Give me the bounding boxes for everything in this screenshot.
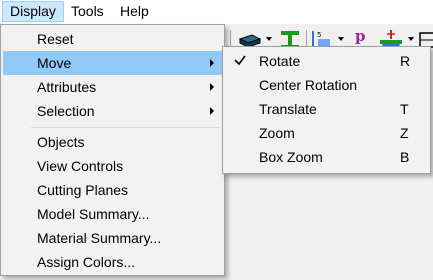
submenu-item-translate[interactable]: Translate T <box>225 97 428 121</box>
shortcut-label: R <box>400 53 411 69</box>
display-menu: Reset Move Attributes Selection Objects … <box>0 24 225 276</box>
menu-item-label: View Controls <box>37 158 124 174</box>
menu-tools[interactable]: Tools <box>64 1 111 22</box>
menu-item-label: Material Summary... <box>37 230 162 246</box>
submenu-item-label: Zoom <box>259 125 295 141</box>
svg-text:5: 5 <box>317 31 321 39</box>
menu-item-assign-colors[interactable]: Assign Colors... <box>3 250 222 274</box>
move-submenu: Rotate R Center Rotation Translate T Zoo… <box>222 46 431 174</box>
menu-bar: Display Tools Help <box>0 0 433 25</box>
submenu-arrow-icon <box>210 83 214 91</box>
submenu-item-box-zoom[interactable]: Box Zoom B <box>225 145 428 169</box>
menu-separator <box>31 127 220 128</box>
menu-item-label: Selection <box>37 103 95 119</box>
menu-item-view-controls[interactable]: View Controls <box>3 154 222 178</box>
menu-item-material-summary[interactable]: Material Summary... <box>3 226 222 250</box>
menu-item-attributes[interactable]: Attributes <box>3 75 222 99</box>
submenu-item-label: Rotate <box>259 53 301 69</box>
menu-item-selection[interactable]: Selection <box>3 99 222 123</box>
layer-dropdown-icon[interactable] <box>266 37 272 41</box>
menu-help[interactable]: Help <box>113 1 156 22</box>
submenu-item-label: Center Rotation <box>259 77 358 93</box>
submenu-item-label: Box Zoom <box>259 149 323 165</box>
support-dropdown-icon[interactable] <box>408 37 414 41</box>
submenu-item-center-rotation[interactable]: Center Rotation <box>225 73 428 97</box>
menu-item-label: Reset <box>37 31 74 47</box>
submenu-item-zoom[interactable]: Zoom Z <box>225 121 428 145</box>
menu-item-move[interactable]: Move <box>3 51 222 75</box>
menu-item-label: Objects <box>37 134 85 150</box>
menu-item-label: Move <box>37 55 72 71</box>
shortcut-label: B <box>400 149 410 165</box>
section-view-dropdown-icon[interactable] <box>338 37 344 41</box>
shortcut-label: T <box>400 101 409 117</box>
menu-item-objects[interactable]: Objects <box>3 130 222 154</box>
menu-item-model-summary[interactable]: Model Summary... <box>3 202 222 226</box>
menu-item-label: Assign Colors... <box>37 254 136 270</box>
submenu-arrow-icon <box>210 107 214 115</box>
menu-item-reset[interactable]: Reset <box>3 27 222 51</box>
submenu-arrow-icon <box>210 59 214 67</box>
submenu-item-label: Translate <box>259 101 317 117</box>
menu-item-cutting-planes[interactable]: Cutting Planes <box>3 178 222 202</box>
menu-item-label: Cutting Planes <box>37 182 129 198</box>
check-icon <box>234 55 246 66</box>
submenu-item-rotate[interactable]: Rotate R <box>225 49 428 73</box>
menu-item-label: Attributes <box>37 79 97 95</box>
menu-item-label: Model Summary... <box>37 206 150 222</box>
shortcut-label: Z <box>400 125 409 141</box>
menu-display[interactable]: Display <box>2 1 64 22</box>
